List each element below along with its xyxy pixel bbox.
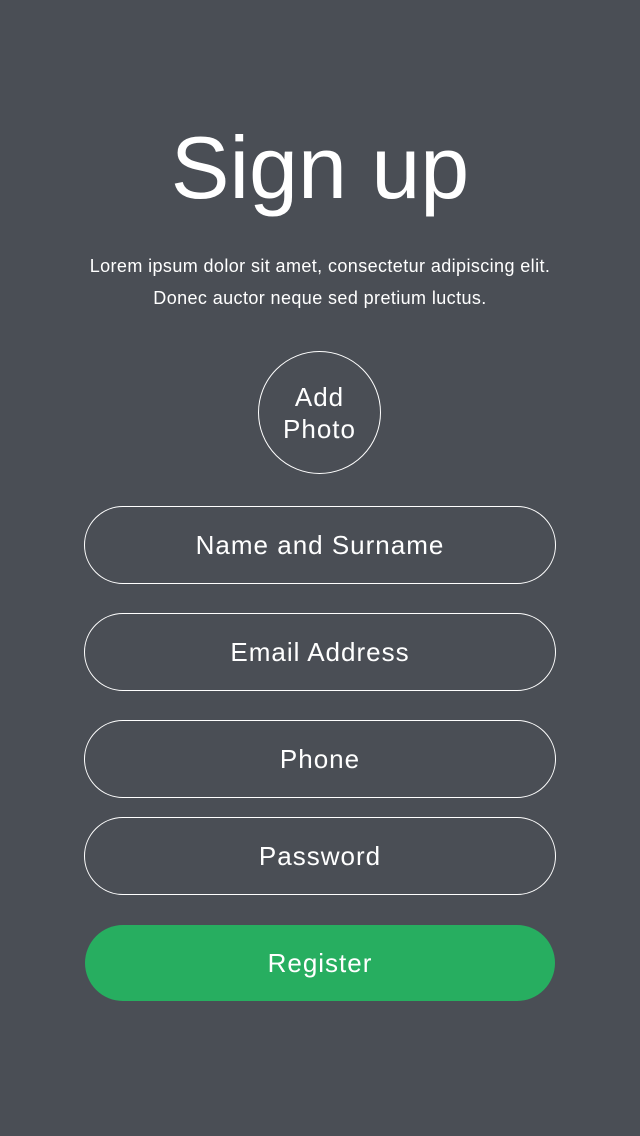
add-photo-label-line-1: Add — [294, 381, 345, 412]
name-field-wrapper — [84, 506, 556, 584]
add-photo-label-line-2: Photo — [283, 413, 356, 444]
password-input[interactable] — [85, 818, 555, 894]
email-field-wrapper — [84, 613, 556, 691]
register-button[interactable]: Register — [85, 925, 555, 1001]
add-photo-button[interactable]: Add Photo — [258, 351, 381, 474]
email-input[interactable] — [85, 614, 555, 690]
phone-input[interactable] — [85, 721, 555, 797]
subtitle-line-1: Lorem ipsum dolor sit amet, consectetur … — [89, 256, 551, 276]
phone-field-wrapper — [84, 720, 556, 798]
name-input[interactable] — [85, 507, 555, 583]
subtitle-line-2: Donec auctor neque sed pretium luctus. — [153, 288, 487, 308]
page-title: Sign up — [170, 118, 470, 217]
signup-screen: Sign up Lorem ipsum dolor sit amet, cons… — [0, 0, 640, 1136]
password-field-wrapper — [84, 817, 556, 895]
